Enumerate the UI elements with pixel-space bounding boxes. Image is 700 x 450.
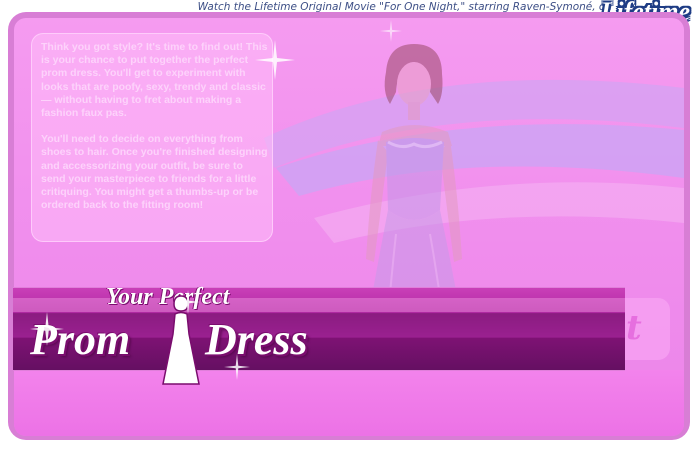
intro-paragraph-1: Think you got style? It's time to find o… [41,41,268,120]
game-stage: Think you got style? It's time to find o… [14,18,684,436]
intro-paragraph-2: You'll need to decide on everything from… [41,133,268,212]
bottom-bar [14,370,684,436]
banner-highlight [13,298,625,312]
start-button-ghost-label: t [626,308,642,348]
title-dress: Dress [205,315,308,364]
sparkle-icon [224,354,250,380]
intro-text: Think you got style? It's time to find o… [41,41,269,225]
sparkle-icon [255,40,295,80]
sparkle-icon [380,20,402,42]
sparkle-icon [176,290,200,314]
sparkle-icon [30,312,64,346]
